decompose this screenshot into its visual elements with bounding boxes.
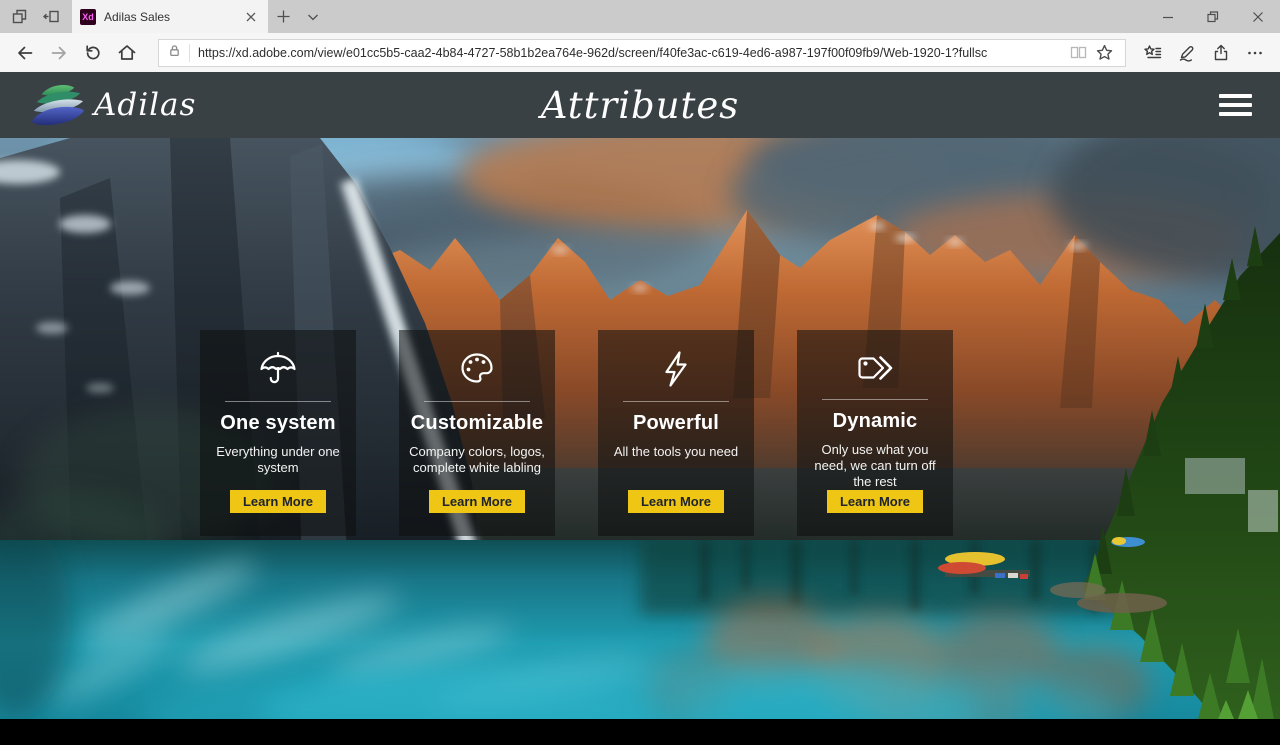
home-icon[interactable] xyxy=(110,38,144,68)
browser-tab-adilas-sales[interactable]: Xd Adilas Sales xyxy=(72,0,268,33)
learn-more-button[interactable]: Learn More xyxy=(827,490,923,513)
card-title: Customizable xyxy=(411,412,543,435)
tab-title: Adilas Sales xyxy=(104,10,242,24)
umbrella-icon xyxy=(258,346,298,392)
browser-titlebar: Xd Adilas Sales xyxy=(0,0,1280,33)
tags-icon xyxy=(853,346,897,390)
hero-section: One system Everything under one system L… xyxy=(0,138,1280,719)
card-divider xyxy=(225,401,331,402)
tab-close-icon[interactable] xyxy=(242,8,260,26)
adobe-xd-favicon: Xd xyxy=(80,9,96,25)
minimize-icon[interactable] xyxy=(1145,0,1190,33)
web-note-pen-icon[interactable] xyxy=(1170,38,1204,68)
card-divider xyxy=(623,401,729,402)
site-header: Adilas Attributes xyxy=(0,72,1280,138)
feature-card-customizable: Customizable Company colors, logos, comp… xyxy=(399,330,555,536)
url-text: https://xd.adobe.com/view/e01cc5b5-caa2-… xyxy=(198,46,1065,60)
learn-more-button[interactable]: Learn More xyxy=(429,490,525,513)
hub-icon[interactable] xyxy=(1136,38,1170,68)
back-icon[interactable] xyxy=(8,38,42,68)
tabs-you-have-set-aside-icon[interactable] xyxy=(38,4,64,30)
feature-card-dynamic: Dynamic Only use what you need, we can t… xyxy=(797,330,953,536)
page-title: Attributes xyxy=(541,84,740,127)
address-bar[interactable]: https://xd.adobe.com/view/e01cc5b5-caa2-… xyxy=(158,39,1126,67)
favorite-star-icon[interactable] xyxy=(1091,41,1117,65)
set-tabs-aside-icon[interactable] xyxy=(6,4,32,30)
card-title: Dynamic xyxy=(833,410,918,433)
card-description: Company colors, logos, complete white la… xyxy=(409,444,545,476)
logo-text: Adilas xyxy=(94,87,196,123)
lock-icon xyxy=(167,43,182,63)
card-title: Powerful xyxy=(633,412,719,435)
feature-card-powerful: Powerful All the tools you need Learn Mo… xyxy=(598,330,754,536)
close-icon[interactable] xyxy=(1235,0,1280,33)
palette-icon xyxy=(457,346,497,392)
lightning-icon xyxy=(656,346,696,392)
hamburger-menu-icon[interactable] xyxy=(1219,90,1252,120)
card-description: Only use what you need, we can turn off … xyxy=(807,442,943,490)
card-description: All the tools you need xyxy=(614,444,738,460)
adilas-logo[interactable]: Adilas xyxy=(28,81,196,129)
letterbox-bottom-bar xyxy=(0,719,1280,745)
learn-more-button[interactable]: Learn More xyxy=(230,490,326,513)
feature-card-one-system: One system Everything under one system L… xyxy=(200,330,356,536)
share-icon[interactable] xyxy=(1204,38,1238,68)
new-tab-icon[interactable] xyxy=(268,4,298,30)
url-divider xyxy=(189,44,190,62)
forward-icon[interactable] xyxy=(42,38,76,68)
browser-navbar: https://xd.adobe.com/view/e01cc5b5-caa2-… xyxy=(0,33,1280,72)
reading-view-icon[interactable] xyxy=(1065,41,1091,65)
adilas-waves-icon xyxy=(28,81,86,129)
restore-icon[interactable] xyxy=(1190,0,1235,33)
card-divider xyxy=(424,401,530,402)
tab-preview-chevron-icon[interactable] xyxy=(298,4,328,30)
card-divider xyxy=(822,399,928,400)
refresh-icon[interactable] xyxy=(76,38,110,68)
learn-more-button[interactable]: Learn More xyxy=(628,490,724,513)
card-description: Everything under one system xyxy=(210,444,346,476)
more-icon[interactable] xyxy=(1238,38,1272,68)
card-title: One system xyxy=(220,412,335,435)
